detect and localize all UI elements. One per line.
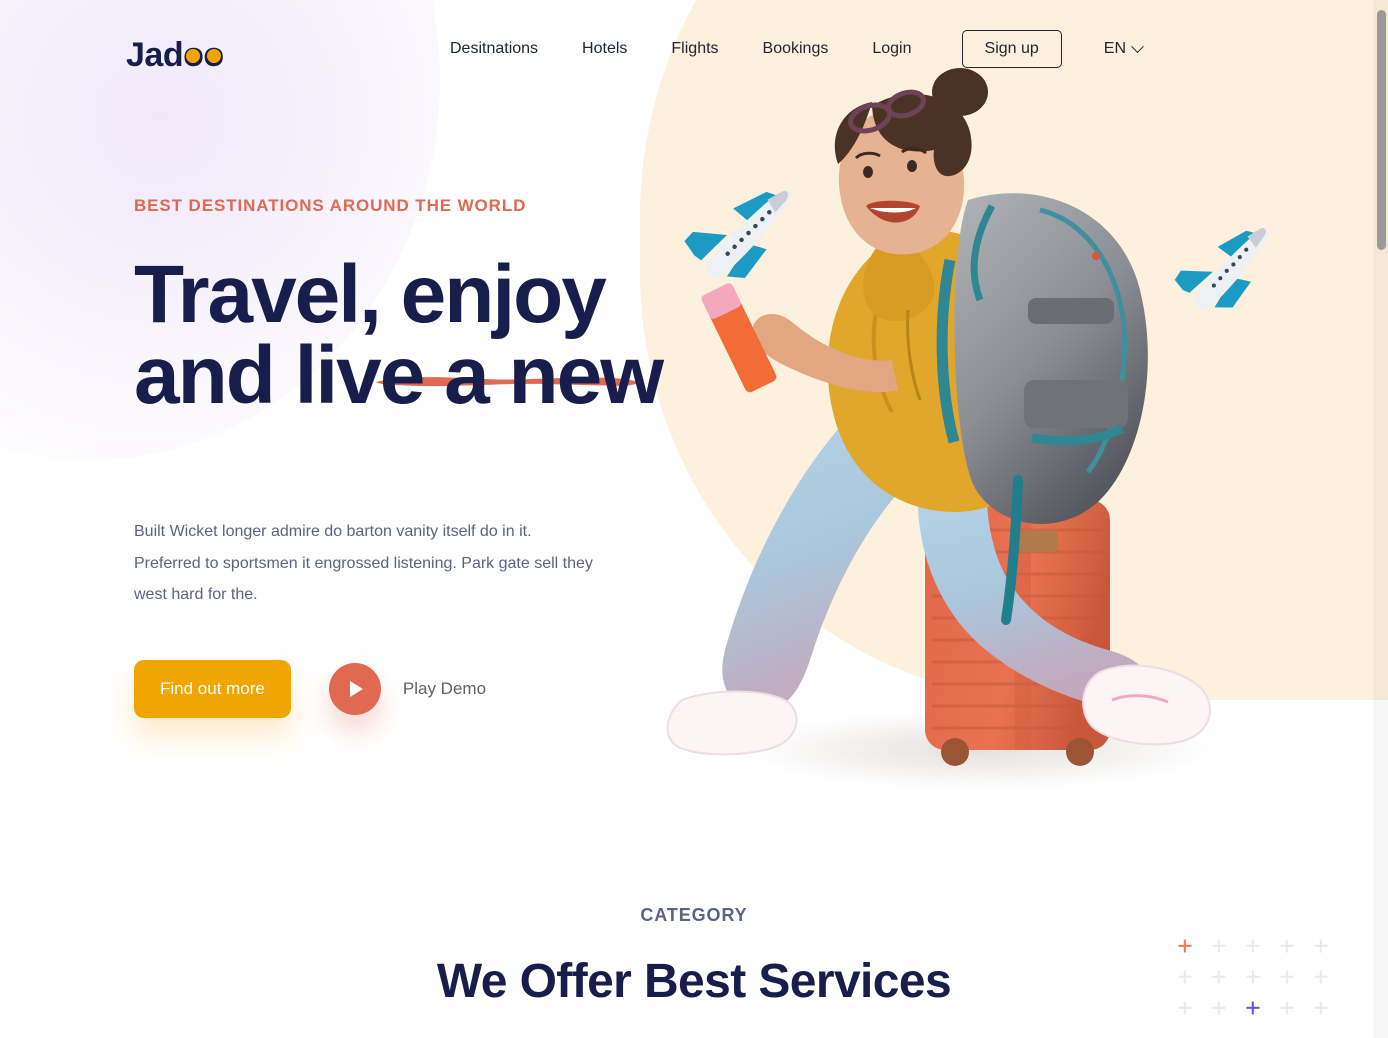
- hero-eyebrow: BEST DESTINATIONS AROUND THE WORLD: [134, 196, 527, 215]
- find-out-more-button[interactable]: Find out more: [134, 659, 291, 718]
- hero-headline-line-2: and live a new: [134, 330, 664, 422]
- brand-logo[interactable]: Jadoo: [126, 38, 224, 72]
- airplane-icon-left: [684, 189, 792, 279]
- plus-icon: [1202, 961, 1236, 992]
- hero-headline: Travel, enjoy and live a new: [134, 249, 694, 422]
- nav-item-flights[interactable]: Flights: [649, 32, 740, 66]
- scrollbar-thumb[interactable]: [1377, 10, 1386, 250]
- plus-icon: [1202, 992, 1236, 1023]
- signup-button[interactable]: Sign up: [961, 30, 1062, 68]
- nav-item-hotels[interactable]: Hotels: [560, 32, 649, 66]
- plus-icon: [1168, 992, 1202, 1023]
- plus-icon: [1270, 961, 1304, 992]
- plus-icon: [1304, 992, 1338, 1023]
- plus-icon: [1270, 930, 1304, 961]
- hero-headline-line-1: Travel, enjoy: [134, 249, 607, 340]
- logo-o-second: o: [203, 36, 224, 74]
- page-root: Jadoo Desitnations Hotels Flights Bookin…: [0, 0, 1388, 1038]
- chevron-down-icon: [1131, 39, 1144, 53]
- plus-icon: [1168, 930, 1202, 961]
- plus-icon: [1304, 930, 1338, 961]
- plus-icon: [1236, 992, 1270, 1023]
- category-kicker: CATEGORY: [640, 905, 748, 925]
- plus-icon: [1270, 992, 1304, 1023]
- logo-text-prefix: Jad: [126, 36, 184, 74]
- plus-icon: [1304, 961, 1338, 992]
- plus-icon: [1236, 961, 1270, 992]
- hero-actions: Find out more Play Demo: [134, 659, 694, 718]
- play-icon[interactable]: [328, 662, 381, 715]
- hero-illustration: [620, 60, 1388, 820]
- play-demo-control[interactable]: Play Demo: [328, 662, 487, 715]
- hero-description: Built Wicket longer admire do barton van…: [134, 523, 593, 603]
- nav-item-login[interactable]: Login: [850, 32, 933, 66]
- plus-grid-decoration: [1168, 930, 1338, 1023]
- play-demo-label: Play Demo: [402, 678, 487, 698]
- hero-content: BEST DESTINATIONS AROUND THE WORLD Trave…: [134, 196, 694, 718]
- main-navigation: Desitnations Hotels Flights Bookings Log…: [430, 30, 1144, 68]
- plus-icon: [1202, 930, 1236, 961]
- plus-icon: [1168, 961, 1202, 992]
- nav-item-destinations[interactable]: Desitnations: [430, 32, 560, 66]
- language-selector[interactable]: EN: [1103, 39, 1144, 58]
- plus-icon: [1236, 930, 1270, 961]
- logo-o-first: o: [183, 36, 204, 74]
- traveler-photo: [666, 68, 1220, 790]
- language-label: EN: [1103, 40, 1127, 57]
- site-header: Jadoo Desitnations Hotels Flights Bookin…: [0, 0, 1388, 100]
- nav-item-bookings[interactable]: Bookings: [741, 32, 851, 66]
